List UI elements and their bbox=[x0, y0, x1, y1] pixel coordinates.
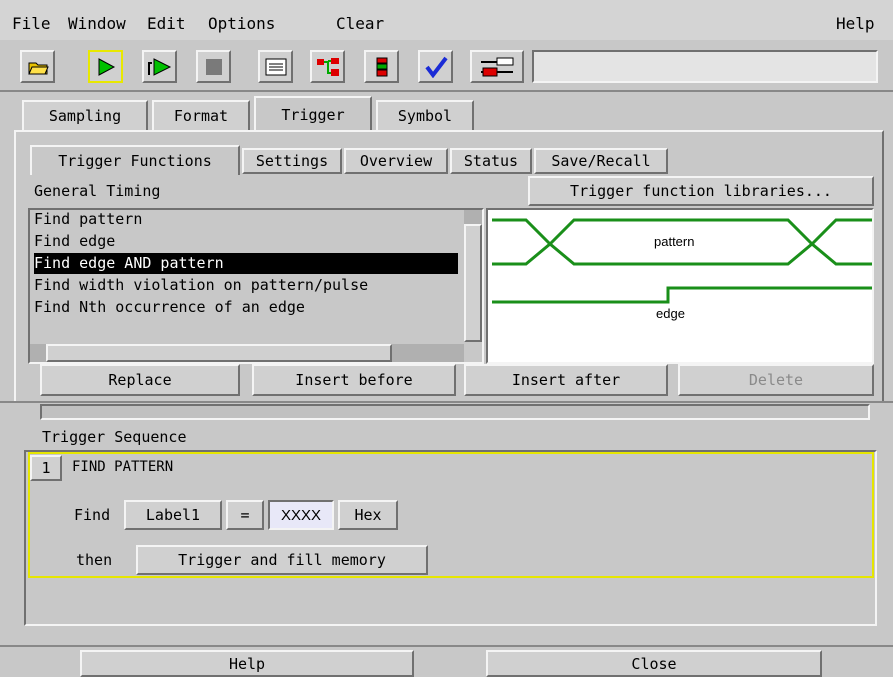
waveform-preview: pattern edge bbox=[486, 208, 874, 364]
chart-button[interactable] bbox=[364, 50, 399, 83]
menu-clear[interactable]: Clear bbox=[336, 14, 384, 33]
run-repetitive-icon bbox=[147, 57, 171, 76]
then-label: then bbox=[76, 551, 113, 569]
function-item-selected[interactable]: Find edge AND pattern bbox=[34, 253, 458, 274]
function-list-vscrollbar[interactable] bbox=[464, 210, 482, 342]
chart-icon bbox=[376, 57, 387, 76]
find-label: Find bbox=[74, 506, 111, 524]
edge-label: edge bbox=[656, 306, 685, 321]
listing-icon bbox=[265, 58, 286, 75]
help-button[interactable]: Help bbox=[80, 650, 414, 677]
replace-button[interactable]: Replace bbox=[40, 364, 240, 396]
function-group-label: General Timing bbox=[34, 182, 161, 200]
base-button[interactable]: Hex bbox=[338, 500, 398, 530]
subtab-trigger-functions[interactable]: Trigger Functions bbox=[30, 145, 240, 175]
waveform-icon bbox=[316, 57, 339, 76]
footer-divider bbox=[0, 645, 893, 647]
checkmark-button[interactable] bbox=[418, 50, 453, 83]
menu-bar: File Window Edit Options Clear Help bbox=[0, 0, 893, 40]
insert-after-button[interactable]: Insert after bbox=[464, 364, 668, 396]
close-button[interactable]: Close bbox=[486, 650, 822, 677]
pattern-wave bbox=[492, 218, 872, 304]
step-name: FIND PATTERN bbox=[72, 459, 174, 475]
menu-help[interactable]: Help bbox=[836, 14, 875, 33]
trigger-function-libraries-button[interactable]: Trigger function libraries... bbox=[528, 176, 874, 206]
toolbar-divider bbox=[0, 90, 893, 92]
menu-file[interactable]: File bbox=[12, 14, 51, 33]
tab-trigger[interactable]: Trigger bbox=[254, 96, 372, 132]
tab-symbol[interactable]: Symbol bbox=[376, 100, 474, 130]
run-icon bbox=[98, 57, 115, 76]
run-repetitive-button[interactable] bbox=[142, 50, 177, 83]
waveform-button[interactable] bbox=[310, 50, 345, 83]
function-item[interactable]: Find width violation on pattern/pulse bbox=[34, 275, 458, 296]
listing-button[interactable] bbox=[258, 50, 293, 83]
vscroll-thumb[interactable] bbox=[464, 224, 482, 342]
open-folder-icon bbox=[27, 62, 49, 74]
menu-options[interactable]: Options bbox=[208, 14, 275, 33]
tab-sampling[interactable]: Sampling bbox=[22, 100, 148, 130]
checkmark-icon bbox=[424, 56, 448, 78]
subtab-save-recall[interactable]: Save/Recall bbox=[534, 148, 668, 174]
panel-divider bbox=[0, 401, 893, 403]
stop-button[interactable] bbox=[196, 50, 231, 83]
run-button[interactable] bbox=[88, 50, 123, 83]
subtab-status[interactable]: Status bbox=[450, 148, 532, 174]
splitter-bar[interactable] bbox=[40, 404, 870, 420]
insert-before-button[interactable]: Insert before bbox=[252, 364, 456, 396]
status-field bbox=[532, 50, 878, 83]
hscroll-thumb[interactable] bbox=[46, 344, 392, 362]
stop-icon bbox=[205, 58, 222, 75]
pattern-label: pattern bbox=[654, 234, 695, 249]
tab-format[interactable]: Format bbox=[152, 100, 250, 130]
function-item[interactable]: Find pattern bbox=[34, 209, 142, 230]
pattern-value-field[interactable]: XXXX bbox=[268, 500, 334, 530]
operator-button[interactable]: = bbox=[226, 500, 264, 530]
setup-button[interactable] bbox=[470, 50, 524, 83]
subtab-overview[interactable]: Overview bbox=[344, 148, 448, 174]
trigger-sequence-title: Trigger Sequence bbox=[42, 428, 187, 446]
menu-window[interactable]: Window bbox=[68, 14, 126, 33]
label-select-button[interactable]: Label1 bbox=[124, 500, 222, 530]
delete-button[interactable]: Delete bbox=[678, 364, 874, 396]
subtab-settings[interactable]: Settings bbox=[242, 148, 342, 174]
function-item[interactable]: Find edge bbox=[34, 231, 115, 252]
function-list-hscrollbar[interactable] bbox=[30, 344, 464, 362]
waveform-preview-graphic bbox=[492, 218, 872, 304]
step-number[interactable]: 1 bbox=[30, 455, 62, 481]
menu-edit[interactable]: Edit bbox=[147, 14, 186, 33]
trigger-action-button[interactable]: Trigger and fill memory bbox=[136, 545, 428, 575]
function-item[interactable]: Find Nth occurrence of an edge bbox=[34, 297, 305, 318]
open-folder-button[interactable] bbox=[20, 50, 55, 83]
setup-icon bbox=[481, 57, 514, 76]
